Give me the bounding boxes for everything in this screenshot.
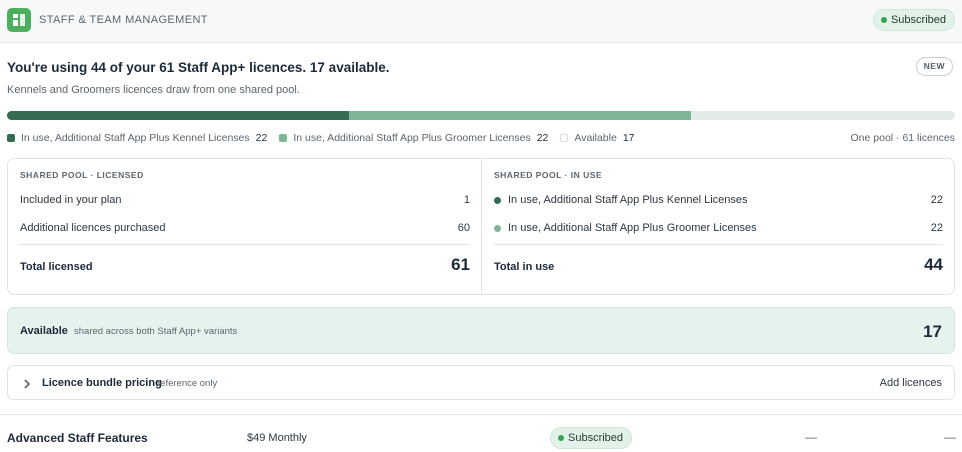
bundle-pricing-label[interactable]: Licence bundle pricing [42, 377, 162, 389]
legend-available-value: 17 [622, 132, 635, 144]
pool-note: One pool · 61 licences [850, 132, 955, 144]
groomer-swatch-icon [279, 134, 288, 142]
in-use-row: In use, Additional Staff App Plus Kennel… [494, 194, 943, 206]
available-panel: Available shared across both Staff App+ … [7, 307, 955, 354]
licensed-row: Additional licences purchased 60 [20, 222, 470, 234]
total-in-use-label: Total in use [494, 261, 555, 273]
add-licences-button[interactable]: Add licences [880, 377, 942, 389]
in-use-row-label: In use, Additional Staff App Plus Kennel… [508, 194, 748, 206]
groomer-dot-icon [494, 224, 501, 232]
pool-breakdown-card: SHARED POOL · LICENSED Included in your … [7, 158, 955, 295]
in-use-row: In use, Additional Staff App Plus Groome… [494, 222, 943, 234]
usage-legend: In use, Additional Staff App Plus Kennel… [7, 132, 647, 144]
column-divider [481, 159, 482, 294]
licensed-row: Included in your plan 1 [20, 194, 470, 206]
licensed-row-label: Additional licences purchased [20, 222, 166, 234]
divider [20, 244, 470, 245]
in-use-row-label-wrap: In use, Additional Staff App Plus Kennel… [494, 194, 748, 206]
in-use-column: SHARED POOL · IN USE In use, Additional … [494, 159, 943, 294]
licensed-kicker: SHARED POOL · LICENSED [20, 170, 144, 180]
total-in-use-value: 44 [924, 255, 943, 274]
licensed-row-value: 60 [457, 222, 470, 234]
available-value: 17 [923, 322, 942, 341]
feature-col-b: — [944, 430, 956, 444]
licensed-column: SHARED POOL · LICENSED Included in your … [20, 159, 470, 294]
in-use-kicker: SHARED POOL · IN USE [494, 170, 603, 180]
usage-headline: You're using 44 of your 61 Staff App+ li… [7, 60, 390, 75]
feature-name: Advanced Staff Features [7, 431, 148, 445]
licensed-row-value: 1 [463, 194, 470, 206]
licensed-row-label: Included in your plan [20, 194, 122, 206]
available-note: shared across both Staff App+ variants [74, 326, 238, 337]
subscription-status-label: Subscribed [890, 14, 946, 26]
subscription-status-badge: Subscribed [872, 9, 955, 31]
chevron-right-icon[interactable] [22, 377, 32, 395]
usage-bar-kennel-segment [7, 111, 349, 120]
legend-groomer-value: 22 [536, 132, 549, 144]
bundle-pricing-note: reference only [157, 378, 218, 389]
status-dot-icon [880, 17, 887, 23]
legend-kennel-label: In use, Additional Staff App Plus Kennel… [21, 132, 250, 144]
section-title: STAFF & TEAM MANAGEMENT [39, 14, 208, 26]
new-badge: NEW [915, 57, 953, 76]
status-dot-icon [558, 435, 564, 441]
legend-item-groomer: In use, Additional Staff App Plus Groome… [279, 132, 548, 144]
feature-price: $49 Monthly [247, 432, 307, 444]
divider [0, 414, 962, 415]
in-use-row-value: 22 [930, 222, 943, 234]
total-licensed-label: Total licensed [20, 261, 93, 273]
in-use-row-value: 22 [930, 194, 943, 206]
legend-item-available: Available 17 [560, 132, 635, 144]
total-licensed-value: 61 [451, 255, 470, 274]
legend-groomer-label: In use, Additional Staff App Plus Groome… [293, 132, 531, 144]
usage-bar-groomer-segment [348, 111, 691, 120]
kennel-dot-icon [494, 196, 501, 204]
in-use-row-label: In use, Additional Staff App Plus Groome… [508, 222, 757, 234]
total-in-use-row: Total in use 44 [494, 255, 943, 275]
kennel-swatch-icon [7, 134, 15, 142]
divider [494, 244, 943, 245]
in-use-row-label-wrap: In use, Additional Staff App Plus Groome… [494, 222, 757, 234]
section-header: STAFF & TEAM MANAGEMENT Subscribed [0, 0, 962, 43]
feature-status-label: Subscribed [568, 432, 624, 444]
usage-bar [7, 111, 955, 120]
feature-col-a: — [805, 430, 817, 444]
feature-status-badge: Subscribed [550, 427, 633, 449]
staff-app-icon [7, 8, 31, 32]
usage-subline: Kennels and Groomers licences draw from … [7, 84, 300, 96]
legend-available-label: Available [574, 132, 617, 144]
total-licensed-row: Total licensed 61 [20, 255, 470, 275]
available-swatch-icon [560, 134, 569, 142]
bundle-pricing-row[interactable]: Licence bundle pricing reference only Ad… [7, 365, 955, 400]
legend-item-kennel: In use, Additional Staff App Plus Kennel… [7, 132, 267, 144]
available-label: Available [20, 325, 68, 337]
legend-kennel-value: 22 [255, 132, 268, 144]
